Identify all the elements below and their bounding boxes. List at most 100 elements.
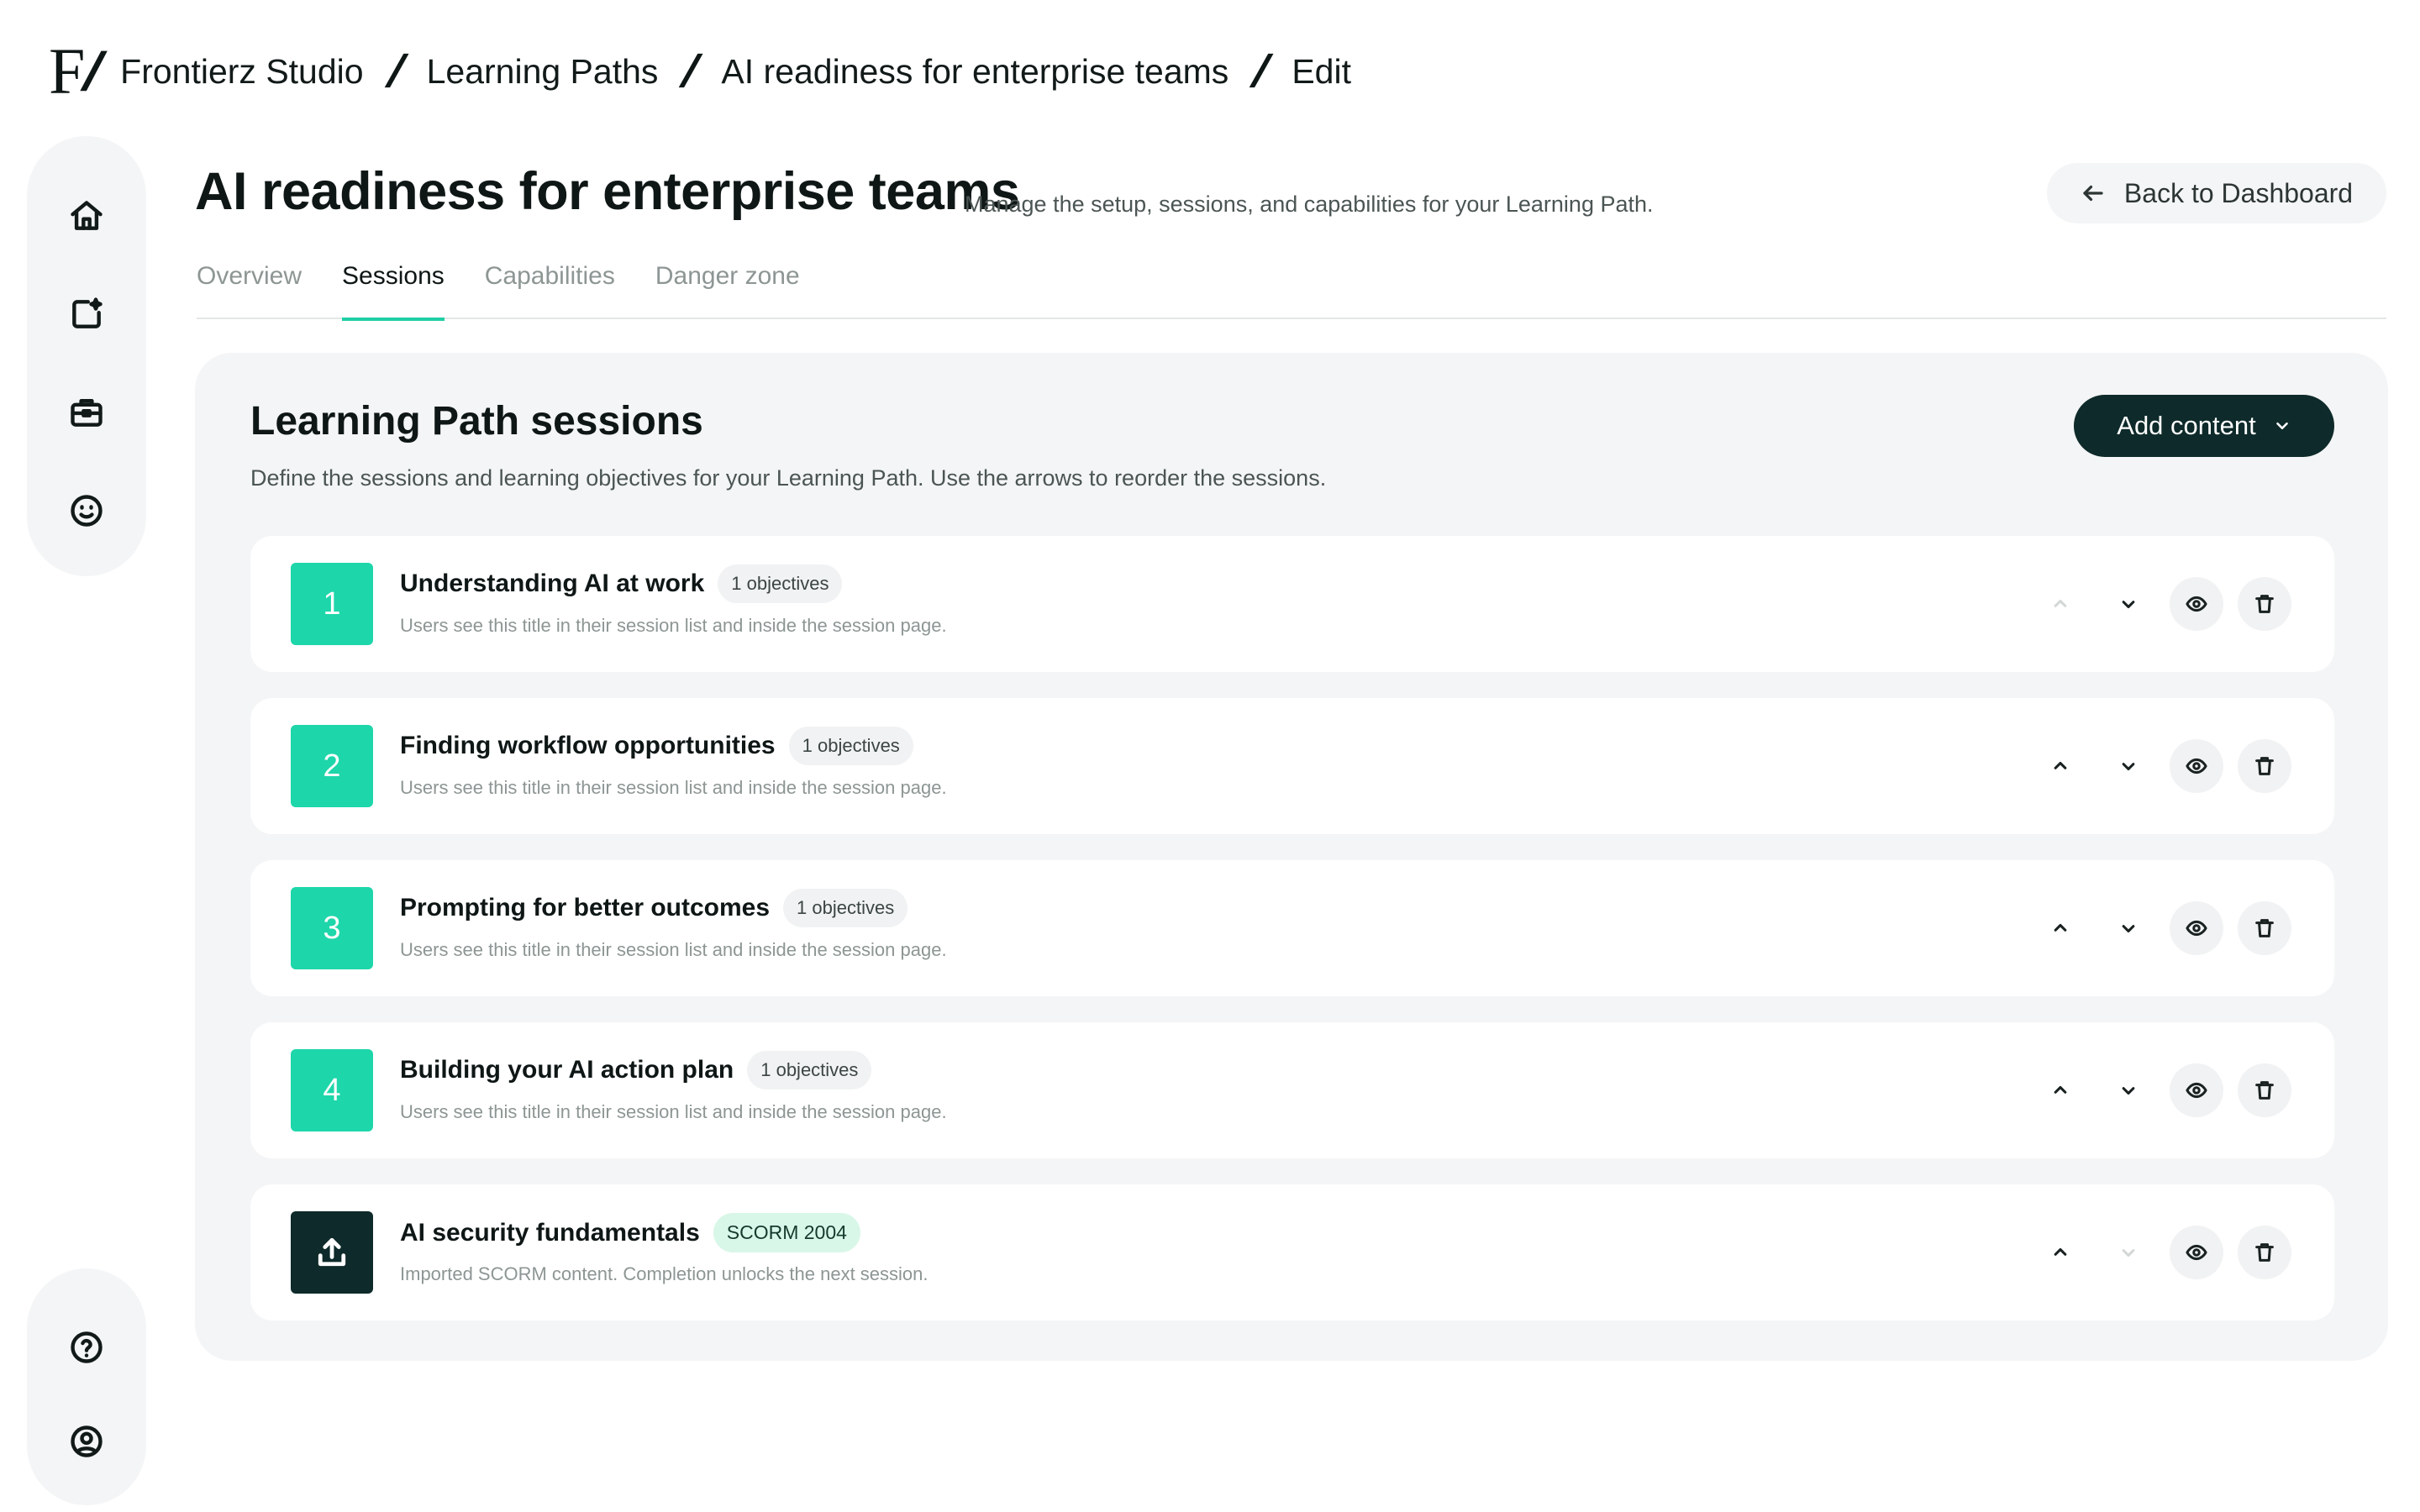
- session-number: 1: [291, 563, 373, 645]
- sidebar-item-home[interactable]: [53, 183, 120, 248]
- eye-icon: [2186, 596, 2207, 612]
- breadcrumb-separator: /: [384, 46, 406, 97]
- tab-sessions[interactable]: Sessions: [342, 252, 445, 321]
- breadcrumb: F / Frontierz Studio / Learning Paths / A…: [49, 25, 1351, 118]
- breadcrumb-separator: /: [1249, 46, 1271, 97]
- logo-letter: F: [49, 34, 85, 108]
- preview-button[interactable]: [2170, 577, 2223, 631]
- tab-capabilities[interactable]: Capabilities: [485, 252, 615, 319]
- scorm-upload-tile: [291, 1211, 373, 1294]
- trash-icon: [2255, 919, 2274, 937]
- tab-bar: Overview Sessions Capabilities Danger zo…: [197, 252, 2386, 321]
- sparkle-add-icon: [72, 297, 103, 328]
- chevron-down-icon: [2275, 422, 2288, 430]
- smiley-icon: [71, 494, 103, 527]
- objectives-badge: 1 objectives: [788, 727, 913, 765]
- breadcrumb-separator: /: [679, 46, 701, 97]
- page-title: AI readiness for enterprise teams: [195, 162, 1020, 221]
- delete-button[interactable]: [2238, 739, 2291, 793]
- move-up-button[interactable]: [2033, 901, 2087, 955]
- sidebar-item-community[interactable]: [53, 478, 120, 543]
- session-title: AI security fundamentals: [400, 1218, 700, 1247]
- tab-overview[interactable]: Overview: [197, 252, 302, 319]
- session-number: 2: [291, 725, 373, 807]
- delete-button[interactable]: [2238, 901, 2291, 955]
- session-number: 3: [291, 887, 373, 969]
- session-description: Users see this title in their session li…: [400, 939, 947, 960]
- delete-button[interactable]: [2238, 1226, 2291, 1279]
- session-title: Building your AI action plan: [400, 1056, 734, 1084]
- page-subtitle: Manage the setup, sessions, and capabili…: [965, 192, 1654, 217]
- preview-button[interactable]: [2170, 739, 2223, 793]
- session-title: Prompting for better outcomes: [400, 894, 771, 921]
- session-title: Finding workflow opportunities: [400, 732, 776, 759]
- preview-button[interactable]: [2170, 1226, 2223, 1279]
- tab-danger-zone[interactable]: Danger zone: [655, 252, 800, 319]
- session-card: 3 Prompting for better outcomes 1 object…: [250, 860, 2334, 996]
- trash-icon: [2255, 1243, 2274, 1262]
- back-to-dashboard-button[interactable]: Back to Dashboard: [2047, 163, 2386, 223]
- chevron-up-icon: [2054, 1247, 2067, 1256]
- arrow-left-icon: [2083, 185, 2103, 202]
- trash-icon: [2255, 1081, 2274, 1100]
- objectives-badge: 1 objectives: [783, 889, 908, 927]
- scorm-session-card: AI security fundamentals SCORM 2004 Impo…: [250, 1184, 2334, 1320]
- session-description: Users see this title in their session li…: [400, 615, 947, 636]
- move-down-button[interactable]: [2102, 1226, 2155, 1279]
- move-up-button[interactable]: [2033, 577, 2087, 631]
- chevron-down-icon: [2122, 763, 2135, 771]
- session-card: 2 Finding workflow opportunities 1 objec…: [250, 698, 2334, 834]
- eye-icon: [2186, 758, 2207, 774]
- move-up-button[interactable]: [2033, 739, 2087, 793]
- session-number: 4: [291, 1049, 373, 1131]
- help-icon: [71, 1331, 103, 1363]
- move-up-button[interactable]: [2033, 1063, 2087, 1117]
- sidebar-top: [27, 136, 146, 576]
- briefcase-icon: [71, 398, 103, 427]
- add-content-label: Add content: [2117, 411, 2256, 440]
- preview-button[interactable]: [2170, 901, 2223, 955]
- breadcrumb-edit: Edit: [1292, 51, 1351, 91]
- sidebar-item-account[interactable]: [53, 1411, 120, 1472]
- sidebar-item-workspace[interactable]: [53, 380, 120, 444]
- breadcrumb-learning-paths[interactable]: Learning Paths: [427, 52, 659, 92]
- sidebar-bottom: [27, 1268, 146, 1505]
- scorm-badge: SCORM 2004: [713, 1213, 860, 1252]
- sidebar-item-help[interactable]: [53, 1317, 120, 1378]
- sidebar-item-create[interactable]: [53, 281, 120, 346]
- brand-logo[interactable]: F /: [49, 34, 103, 109]
- back-button-label: Back to Dashboard: [2123, 177, 2354, 208]
- move-up-button[interactable]: [2033, 1226, 2087, 1279]
- preview-button[interactable]: [2170, 1063, 2223, 1117]
- sessions-panel: Learning Path sessions Define the sessio…: [195, 353, 2388, 1361]
- panel-description: Define the sessions and learning objecti…: [250, 465, 1327, 491]
- session-title: Understanding AI at work: [400, 570, 705, 597]
- eye-icon: [2186, 1244, 2207, 1261]
- panel-title: Learning Path sessions: [250, 399, 703, 444]
- chevron-up-icon: [2054, 599, 2067, 607]
- session-description: Users see this title in their session li…: [400, 777, 947, 798]
- move-down-button[interactable]: [2102, 901, 2155, 955]
- move-down-button[interactable]: [2102, 739, 2155, 793]
- breadcrumb-path-name[interactable]: AI readiness for enterprise teams: [721, 52, 1228, 92]
- delete-button[interactable]: [2238, 577, 2291, 631]
- upload-icon: [318, 1237, 346, 1267]
- breadcrumb-studio[interactable]: Frontierz Studio: [120, 52, 363, 92]
- session-description: Users see this title in their session li…: [400, 1101, 947, 1122]
- trash-icon: [2255, 757, 2274, 775]
- move-down-button[interactable]: [2102, 577, 2155, 631]
- logo-slash: /: [81, 41, 103, 102]
- chevron-up-icon: [2054, 923, 2067, 932]
- chevron-up-icon: [2054, 761, 2067, 769]
- chevron-down-icon: [2122, 601, 2135, 609]
- delete-button[interactable]: [2238, 1063, 2291, 1117]
- session-card: 1 Understanding AI at work 1 objectives …: [250, 536, 2334, 672]
- session-description: Imported SCORM content. Completion unloc…: [400, 1263, 929, 1284]
- home-icon: [71, 200, 103, 230]
- move-down-button[interactable]: [2102, 1063, 2155, 1117]
- objectives-badge: 1 objectives: [718, 564, 843, 603]
- add-content-button[interactable]: Add content: [2074, 395, 2334, 457]
- objectives-badge: 1 objectives: [747, 1051, 872, 1089]
- chevron-down-icon: [2122, 1087, 2135, 1095]
- chevron-up-icon: [2054, 1085, 2067, 1094]
